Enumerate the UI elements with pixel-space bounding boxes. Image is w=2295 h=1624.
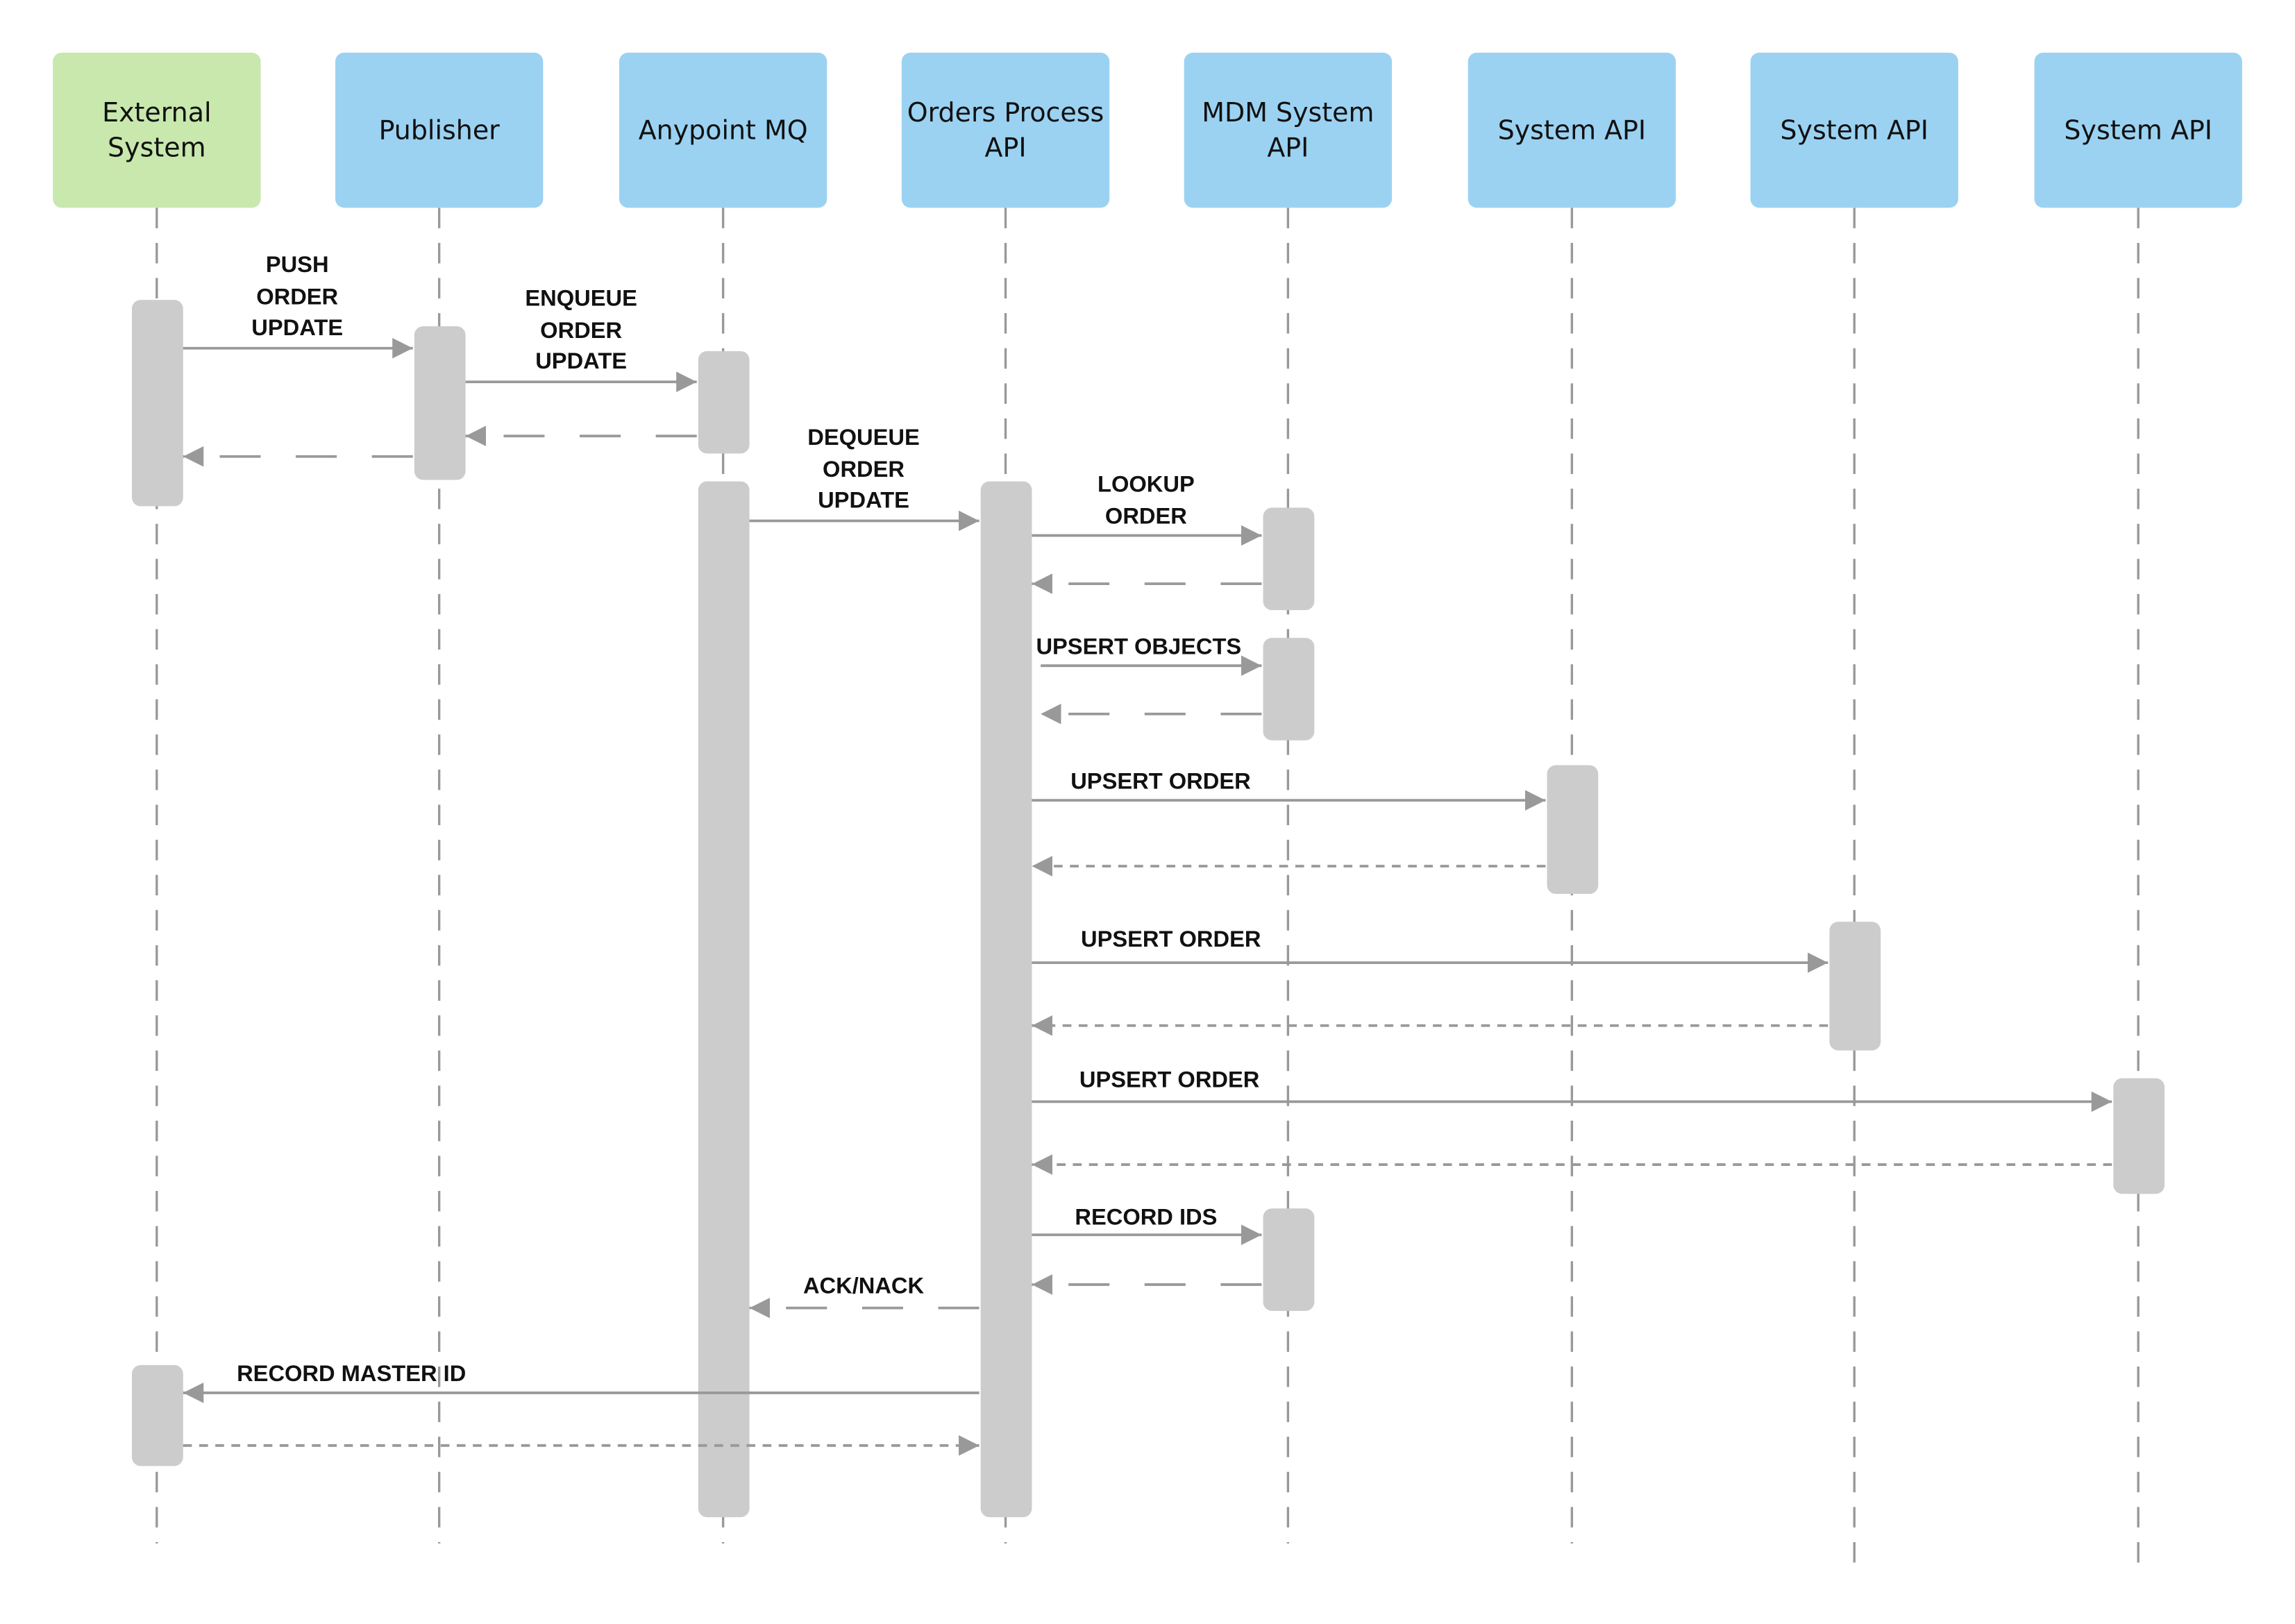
message-label: ORDER: [540, 317, 622, 343]
message-label: RECORD IDS: [1075, 1203, 1217, 1229]
participant-ext: External System: [53, 52, 261, 208]
message-dequeue-order-update: DEQUEUE ORDER UPDATE: [749, 424, 980, 532]
participant-sys1: System API: [1468, 52, 1676, 208]
message-label: ORDER: [823, 456, 905, 482]
activation-bar: [1829, 922, 1881, 1051]
message-label: ORDER: [1105, 503, 1187, 529]
participant-label: Publisher: [379, 115, 501, 145]
participant-label: System API: [2064, 115, 2212, 145]
message-label: UPDATE: [251, 314, 343, 340]
activation-bar: [1263, 1208, 1315, 1311]
message-label: ENQUEUE: [525, 285, 637, 311]
message-enqueue-order-update: ENQUEUE ORDER UPDATE: [465, 285, 697, 392]
activation-bar: [1263, 507, 1315, 611]
message-lookup-order: LOOKUP ORDER: [1032, 471, 1262, 546]
message-record-ids: RECORD IDS: [1032, 1203, 1262, 1245]
message-label: UPSERT ORDER: [1081, 926, 1261, 951]
participant-label: External: [102, 97, 211, 128]
participant-label: Anypoint MQ: [639, 115, 808, 145]
message-label: DEQUEUE: [807, 424, 920, 450]
activation-bar: [698, 350, 750, 454]
message-label: UPSERT OBJECTS: [1036, 633, 1241, 659]
participant-sys3: System API: [2034, 52, 2242, 208]
message-upsert-objects: UPSERT OBJECTS: [1036, 633, 1262, 676]
participant-box: [1184, 52, 1393, 208]
participant-sys2: System API: [1750, 52, 1958, 208]
participant-label: API: [984, 133, 1026, 163]
participant-label: MDM System: [1202, 97, 1374, 128]
message-upsert-order: UPSERT ORDER: [1032, 926, 1829, 973]
message-label: RECORD MASTER ID: [237, 1360, 466, 1386]
activation-bar: [698, 481, 750, 1518]
participant-label: System API: [1498, 115, 1647, 145]
participant-label: Orders Process: [907, 97, 1104, 128]
message-ack-nack: ACK/NACK: [749, 1273, 980, 1319]
message-label: UPSERT ORDER: [1079, 1066, 1259, 1092]
sequence-diagram: External System Publisher Anypoint MQ Orders…: [53, 52, 2242, 1573]
participant-box: [53, 52, 261, 208]
message-push-order-update: PUSH ORDER UPDATE: [183, 251, 413, 359]
activation-bar: [1547, 765, 1599, 895]
participant-pub: Publisher: [335, 52, 544, 208]
message-label: UPDATE: [818, 487, 909, 513]
participant-label: API: [1267, 133, 1309, 163]
message-label: ACK/NACK: [803, 1273, 925, 1299]
activation-bar: [2113, 1078, 2165, 1194]
activation-bar: [414, 326, 466, 480]
participant-mq: Anypoint MQ: [619, 52, 827, 208]
participant-box: [901, 52, 1110, 208]
activation-bar: [980, 481, 1032, 1518]
participant-label: System: [108, 133, 205, 163]
message-label: UPDATE: [535, 348, 627, 373]
participant-opa: Orders Process API: [901, 52, 1110, 208]
message-label: LOOKUP: [1098, 471, 1195, 496]
activation-bar: [131, 300, 183, 507]
message-label: ORDER: [256, 283, 338, 309]
participant-mdm: MDM System API: [1184, 52, 1393, 208]
message-record-master-id: RECORD MASTER ID: [183, 1360, 980, 1403]
activation-bar: [131, 1364, 183, 1466]
message-label: UPSERT ORDER: [1070, 768, 1250, 793]
participant-label: System API: [1780, 115, 1928, 145]
activation-bar: [1263, 638, 1315, 741]
message-label: PUSH: [266, 251, 329, 277]
